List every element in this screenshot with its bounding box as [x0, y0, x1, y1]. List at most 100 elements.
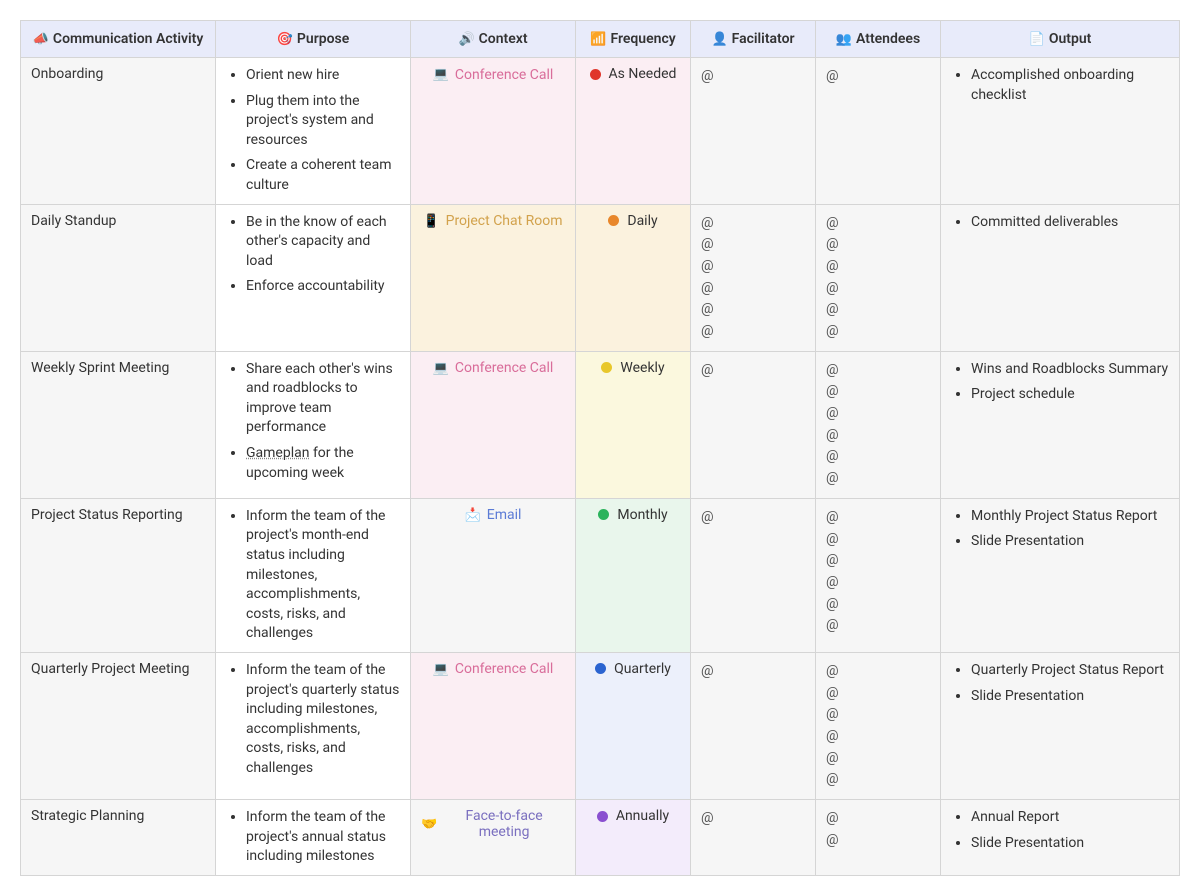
facilitator-cell: @ [691, 652, 816, 799]
context-cell: 🤝Face-to-face meeting [411, 800, 576, 876]
frequency-cell: As Needed [576, 58, 691, 205]
frequency-label: Daily [627, 213, 657, 229]
email-icon: 📩 [465, 508, 481, 523]
mention-placeholder[interactable]: @ [701, 808, 805, 830]
mention-placeholder[interactable]: @ [701, 234, 805, 256]
mention-placeholder[interactable]: @ [826, 704, 930, 726]
facilitator-cell: @@@@@@ [691, 204, 816, 351]
mention-placeholder[interactable]: @ [826, 425, 930, 447]
mention-placeholder[interactable]: @ [701, 213, 805, 235]
mention-placeholder[interactable]: @ [826, 360, 930, 382]
mention-placeholder[interactable]: @ [701, 507, 805, 529]
purpose-item: Create a coherent team culture [246, 156, 400, 195]
mention-placeholder[interactable]: @ [826, 446, 930, 468]
conference-icon: 💻 [433, 361, 449, 376]
purpose-item: Be in the know of each other's capacity … [246, 213, 400, 272]
frequency-label: Annually [616, 808, 669, 824]
output-item: Slide Presentation [971, 687, 1169, 707]
frequency-dot-icon [595, 663, 606, 674]
mention-placeholder[interactable]: @ [701, 321, 805, 343]
chatroom-icon: 📱 [423, 214, 439, 229]
document-icon: 📄 [1029, 32, 1045, 47]
facilitator-cell: @ [691, 498, 816, 652]
mention-placeholder[interactable]: @ [826, 213, 930, 235]
output-cell: Monthly Project Status ReportSlide Prese… [941, 498, 1180, 652]
mention-placeholder[interactable]: @ [826, 748, 930, 770]
mention-placeholder[interactable]: @ [826, 769, 930, 791]
mention-placeholder[interactable]: @ [701, 66, 805, 88]
mention-placeholder[interactable]: @ [701, 256, 805, 278]
mention-placeholder[interactable]: @ [826, 66, 930, 88]
attendees-cell: @@@@@@ [816, 204, 941, 351]
context-label: Conference Call [455, 661, 554, 677]
mention-placeholder[interactable]: @ [826, 529, 930, 551]
context-cell: 📩 Email [411, 498, 576, 652]
frequency-cell: Daily [576, 204, 691, 351]
activity-cell: Project Status Reporting [21, 498, 216, 652]
mention-placeholder[interactable]: @ [826, 726, 930, 748]
attendees-cell: @@ [816, 800, 941, 876]
mention-placeholder[interactable]: @ [701, 278, 805, 300]
mention-placeholder[interactable]: @ [826, 683, 930, 705]
table-row: Daily StandupBe in the know of each othe… [21, 204, 1180, 351]
frequency-cell: Quarterly [576, 652, 691, 799]
attendees-cell: @@@@@@ [816, 498, 941, 652]
mention-placeholder[interactable]: @ [826, 256, 930, 278]
mention-placeholder[interactable]: @ [701, 299, 805, 321]
mention-placeholder[interactable]: @ [826, 403, 930, 425]
mention-placeholder[interactable]: @ [826, 594, 930, 616]
output-item: Quarterly Project Status Report [971, 661, 1169, 681]
attendees-cell: @ [816, 58, 941, 205]
header-activity: 📣Communication Activity [21, 21, 216, 58]
context-label: Conference Call [455, 67, 554, 83]
output-cell: Committed deliverables [941, 204, 1180, 351]
table-row: Strategic PlanningInform the team of the… [21, 800, 1180, 876]
context-cell: 💻 Conference Call [411, 58, 576, 205]
purpose-item: Gameplan for the upcoming week [246, 444, 400, 483]
output-item: Accomplished onboarding checklist [971, 66, 1169, 105]
mention-placeholder[interactable]: @ [826, 572, 930, 594]
mention-placeholder[interactable]: @ [701, 661, 805, 683]
purpose-item: Plug them into the project's system and … [246, 92, 400, 151]
output-item: Slide Presentation [971, 532, 1169, 552]
output-item: Committed deliverables [971, 213, 1169, 233]
mention-placeholder[interactable]: @ [826, 661, 930, 683]
mention-placeholder[interactable]: @ [826, 321, 930, 343]
purpose-cell: Be in the know of each other's capacity … [216, 204, 411, 351]
frequency-cell: Weekly [576, 351, 691, 498]
frequency-dot-icon [598, 509, 609, 520]
context-label: Email [487, 507, 522, 523]
context-cell: 💻Conference Call [411, 652, 576, 799]
megaphone-icon: 📣 [33, 32, 49, 47]
frequency-cell: Monthly [576, 498, 691, 652]
attendees-cell: @@@@@@ [816, 351, 941, 498]
header-context: 🔊Context [411, 21, 576, 58]
mention-placeholder[interactable]: @ [826, 468, 930, 490]
mention-placeholder[interactable]: @ [826, 550, 930, 572]
frequency-label: Quarterly [614, 661, 671, 677]
mention-placeholder[interactable]: @ [826, 381, 930, 403]
speaker-icon: 🔊 [458, 32, 474, 47]
mention-placeholder[interactable]: @ [826, 507, 930, 529]
header-frequency: 📶Frequency [576, 21, 691, 58]
output-cell: Wins and Roadblocks SummaryProject sched… [941, 351, 1180, 498]
output-cell: Quarterly Project Status Report Slide Pre… [941, 652, 1180, 799]
purpose-item: Inform the team of the project's annual … [246, 808, 400, 867]
output-item: Slide Presentation [971, 834, 1169, 854]
mention-placeholder[interactable]: @ [826, 808, 930, 830]
header-facilitator: 👤Facilitator [691, 21, 816, 58]
mention-placeholder[interactable]: @ [826, 299, 930, 321]
mention-placeholder[interactable]: @ [826, 615, 930, 637]
frequency-label: Monthly [617, 507, 667, 523]
mention-placeholder[interactable]: @ [826, 234, 930, 256]
context-label: Project Chat Room [446, 213, 563, 229]
frequency-dot-icon [601, 362, 612, 373]
mention-placeholder[interactable]: @ [826, 830, 930, 852]
frequency-cell: Annually [576, 800, 691, 876]
purpose-cell: Share each other's wins and roadblocks t… [216, 351, 411, 498]
mention-placeholder[interactable]: @ [826, 278, 930, 300]
table-row: Project Status ReportingInform the team … [21, 498, 1180, 652]
conference-icon: 💻 [433, 67, 449, 82]
mention-placeholder[interactable]: @ [701, 360, 805, 382]
output-item: Project schedule [971, 385, 1169, 405]
